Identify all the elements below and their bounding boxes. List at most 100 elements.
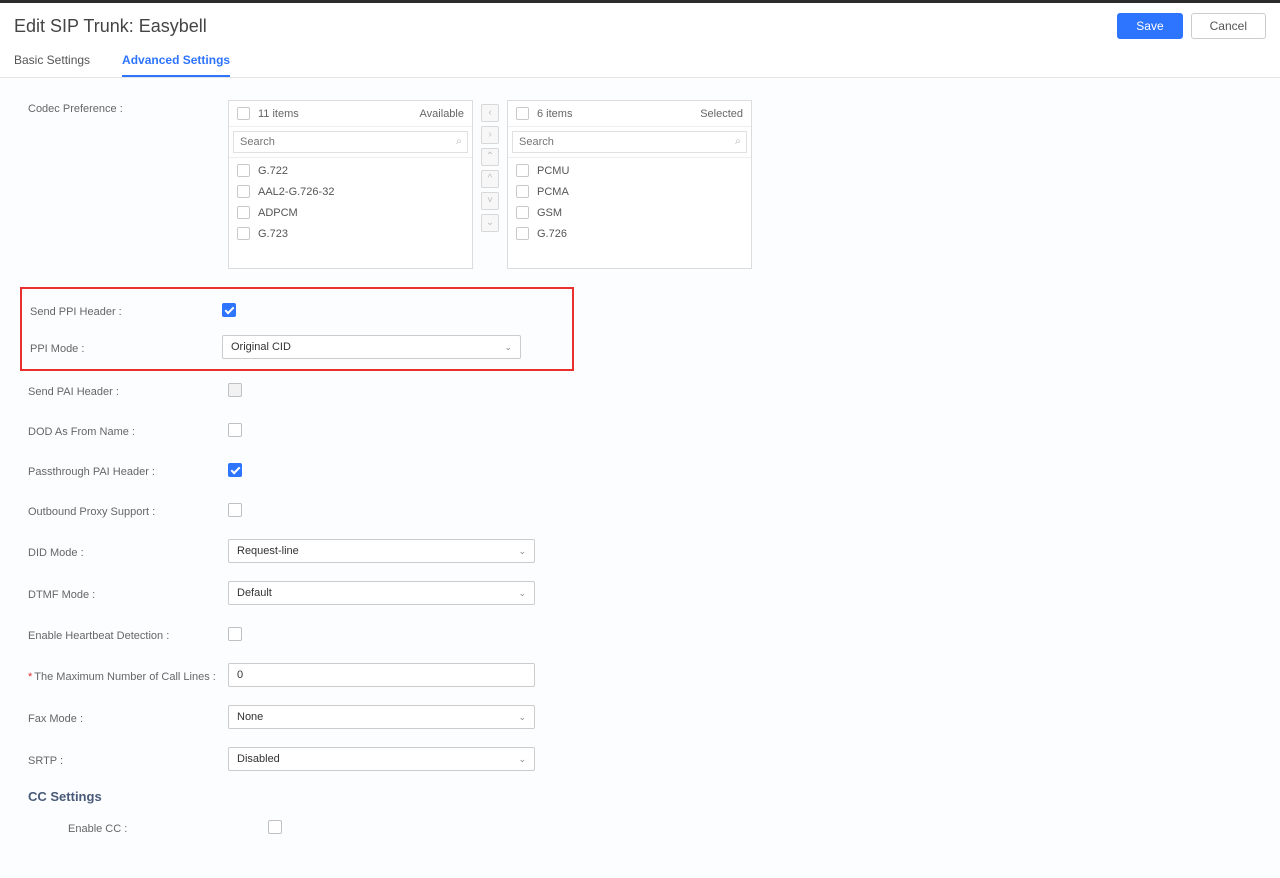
transfer-buttons: ‹ › ⌃ ^ ˅ ⌄ (481, 104, 499, 232)
list-item[interactable]: ADPCM (229, 202, 472, 223)
item-label: ADPCM (258, 207, 298, 219)
max-lines-input[interactable] (228, 663, 535, 687)
available-search-input[interactable] (233, 131, 468, 153)
chevron-down-icon: ⌄ (518, 546, 526, 557)
label-fax-mode: Fax Mode : (28, 710, 228, 725)
selected-search-wrap: ⌕ (508, 127, 751, 158)
did-mode-select[interactable]: Request-line ⌄ (228, 539, 535, 563)
dtmf-mode-value: Default (237, 587, 272, 599)
page-title: Edit SIP Trunk: Easybell (14, 16, 207, 37)
item-label: AAL2-G.726-32 (258, 186, 334, 198)
label-dtmf-mode: DTMF Mode : (28, 586, 228, 601)
row-outbound-proxy: Outbound Proxy Support : (28, 499, 1252, 521)
move-up-button[interactable]: ^ (481, 170, 499, 188)
item-checkbox[interactable] (516, 185, 529, 198)
ppi-mode-value: Original CID (231, 341, 291, 353)
item-checkbox[interactable] (516, 164, 529, 177)
label-heartbeat: Enable Heartbeat Detection : (28, 627, 228, 642)
item-label: G.723 (258, 228, 288, 240)
available-list[interactable]: G.722 AAL2-G.726-32 ADPCM G.723 (229, 158, 472, 268)
item-checkbox[interactable] (516, 227, 529, 240)
send-pai-checkbox[interactable] (228, 383, 242, 397)
srtp-select[interactable]: Disabled ⌄ (228, 747, 535, 771)
cancel-button[interactable]: Cancel (1191, 13, 1266, 39)
check-all-selected[interactable] (516, 107, 529, 120)
available-status: Available (420, 108, 464, 120)
did-mode-value: Request-line (237, 545, 299, 557)
move-left-button[interactable]: ‹ (481, 104, 499, 122)
item-checkbox[interactable] (237, 185, 250, 198)
list-item[interactable]: G.726 (508, 223, 751, 244)
label-dod-from-name: DOD As From Name : (28, 423, 228, 438)
enable-cc-checkbox[interactable] (268, 820, 282, 834)
row-enable-cc: Enable CC : (28, 816, 1252, 838)
row-send-pai: Send PAI Header : (28, 379, 1252, 401)
label-send-ppi: Send PPI Header : (30, 303, 222, 318)
cc-settings-title: CC Settings (28, 789, 1252, 804)
list-item[interactable]: GSM (508, 202, 751, 223)
label-enable-cc: Enable CC : (68, 820, 268, 835)
row-passthrough-pai: Passthrough PAI Header : (28, 459, 1252, 481)
item-checkbox[interactable] (237, 227, 250, 240)
row-dod-from-name: DOD As From Name : (28, 419, 1252, 441)
label-did-mode: DID Mode : (28, 544, 228, 559)
heartbeat-checkbox[interactable] (228, 627, 242, 641)
outbound-proxy-checkbox[interactable] (228, 503, 242, 517)
srtp-value: Disabled (237, 753, 280, 765)
selected-search-input[interactable] (512, 131, 747, 153)
available-count: 11 items (258, 108, 299, 120)
item-checkbox[interactable] (516, 206, 529, 219)
row-dtmf-mode: DTMF Mode : Default ⌄ (28, 581, 1252, 605)
codec-transfer: 11 items Available ⌕ G.722 AAL2-G.726-32… (228, 100, 752, 269)
row-max-lines: *The Maximum Number of Call Lines : (28, 663, 1252, 687)
list-item[interactable]: G.722 (229, 160, 472, 181)
passthrough-pai-checkbox[interactable] (228, 463, 242, 477)
available-search-wrap: ⌕ (229, 127, 472, 158)
label-max-lines: *The Maximum Number of Call Lines : (28, 668, 228, 683)
dtmf-mode-select[interactable]: Default ⌄ (228, 581, 535, 605)
fax-mode-select[interactable]: None ⌄ (228, 705, 535, 729)
send-ppi-checkbox[interactable] (222, 303, 236, 317)
chevron-down-icon: ⌄ (518, 588, 526, 599)
row-fax-mode: Fax Mode : None ⌄ (28, 705, 1252, 729)
row-codec-preference: Codec Preference : 11 items Available ⌕ … (28, 100, 1252, 269)
item-label: PCMA (537, 186, 569, 198)
tabs: Basic Settings Advanced Settings (0, 45, 1280, 78)
label-ppi-mode: PPI Mode : (30, 340, 222, 355)
move-bottom-button[interactable]: ⌄ (481, 214, 499, 232)
content-area: Codec Preference : 11 items Available ⌕ … (0, 78, 1280, 878)
list-item[interactable]: PCMU (508, 160, 751, 181)
row-send-ppi: Send PPI Header : (22, 299, 562, 321)
selected-count: 6 items (537, 108, 572, 120)
list-item[interactable]: PCMA (508, 181, 751, 202)
ppi-mode-select[interactable]: Original CID ⌄ (222, 335, 521, 359)
label-srtp: SRTP : (28, 752, 228, 767)
label-outbound-proxy: Outbound Proxy Support : (28, 503, 228, 518)
item-label: G.722 (258, 165, 288, 177)
list-item[interactable]: G.723 (229, 223, 472, 244)
move-top-button[interactable]: ⌃ (481, 148, 499, 166)
row-srtp: SRTP : Disabled ⌄ (28, 747, 1252, 771)
page-header: Edit SIP Trunk: Easybell Save Cancel (0, 3, 1280, 45)
chevron-down-icon: ⌄ (518, 712, 526, 723)
label-codec-preference: Codec Preference : (28, 100, 228, 115)
tab-basic-settings[interactable]: Basic Settings (14, 45, 90, 77)
list-item[interactable]: AAL2-G.726-32 (229, 181, 472, 202)
label-send-pai: Send PAI Header : (28, 383, 228, 398)
row-heartbeat: Enable Heartbeat Detection : (28, 623, 1252, 645)
tab-advanced-settings[interactable]: Advanced Settings (122, 45, 230, 77)
item-checkbox[interactable] (237, 206, 250, 219)
item-label: GSM (537, 207, 562, 219)
check-all-available[interactable] (237, 107, 250, 120)
save-button[interactable]: Save (1117, 13, 1182, 39)
fax-mode-value: None (237, 711, 263, 723)
highlight-ppi-box: Send PPI Header : PPI Mode : Original CI… (20, 287, 574, 371)
move-right-button[interactable]: › (481, 126, 499, 144)
dod-from-name-checkbox[interactable] (228, 423, 242, 437)
item-checkbox[interactable] (237, 164, 250, 177)
item-label: PCMU (537, 165, 569, 177)
move-down-button[interactable]: ˅ (481, 192, 499, 210)
header-buttons: Save Cancel (1117, 13, 1266, 39)
selected-list[interactable]: PCMU PCMA GSM G.726 (508, 158, 751, 268)
panel-selected: 6 items Selected ⌕ PCMU PCMA GSM G.726 (507, 100, 752, 269)
